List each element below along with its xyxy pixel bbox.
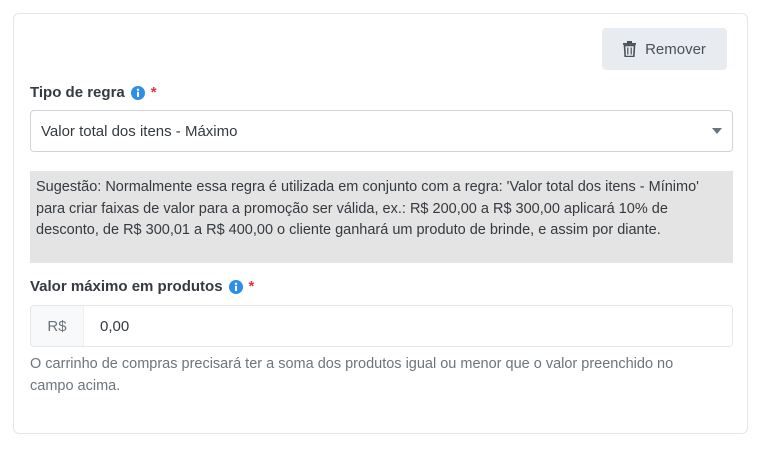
required-mark: * xyxy=(248,278,255,295)
rule-type-select[interactable]: Valor total dos itens - Máximo xyxy=(30,110,733,152)
trash-icon xyxy=(623,41,637,57)
rule-type-label-text: Tipo de regra xyxy=(30,84,125,101)
max-value-label-text: Valor máximo em produtos xyxy=(30,278,223,295)
max-value-help-text: O carrinho de compras precisará ter a so… xyxy=(30,356,674,394)
rule-type-label: Tipo de regra * xyxy=(30,84,157,101)
max-value-input[interactable] xyxy=(84,306,732,346)
suggestion-box: Sugestão: Normalmente essa regra é utili… xyxy=(30,171,733,263)
currency-addon: R$ xyxy=(31,306,84,346)
required-mark: * xyxy=(150,84,157,101)
chevron-down-icon xyxy=(712,128,722,134)
max-value-input-group: R$ xyxy=(30,305,733,347)
info-icon[interactable] xyxy=(228,279,243,294)
rule-type-selected-value: Valor total dos itens - Máximo xyxy=(41,122,238,140)
info-icon[interactable] xyxy=(130,85,145,100)
remove-button-label: Remover xyxy=(645,40,706,58)
remove-button[interactable]: Remover xyxy=(602,28,727,70)
rule-card: Remover Tipo de regra * Valor total dos … xyxy=(13,13,748,434)
max-value-label: Valor máximo em produtos * xyxy=(30,278,254,295)
